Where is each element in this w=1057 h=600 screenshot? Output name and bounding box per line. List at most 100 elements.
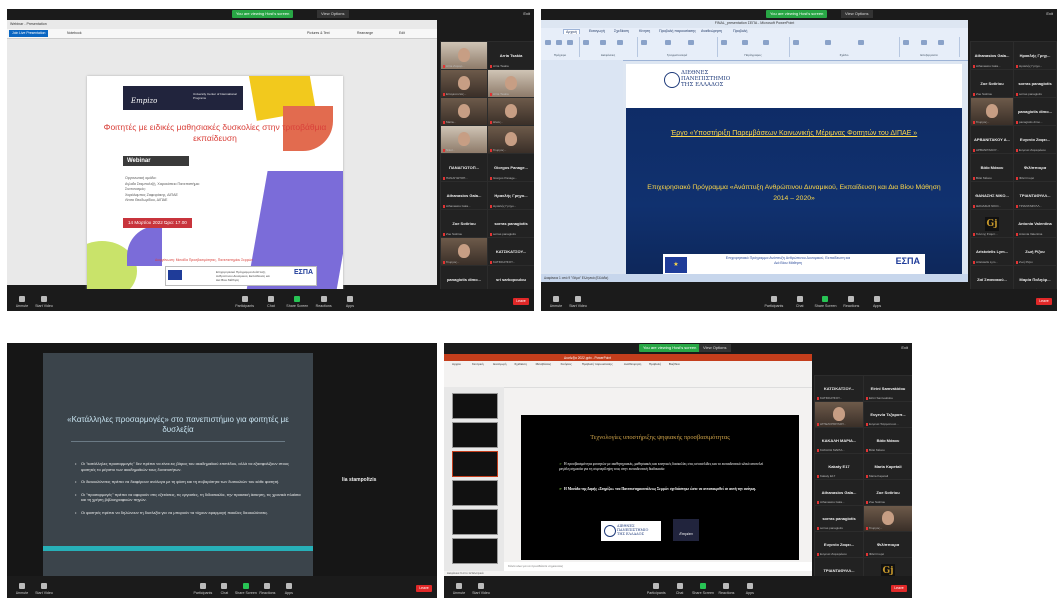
notebook-button[interactable]: Notebook (67, 31, 82, 35)
ribbon-command-icon[interactable] (763, 40, 770, 45)
ribbon-command-icon[interactable] (825, 40, 832, 45)
start-video-button[interactable]: Start Video (33, 583, 55, 595)
ribbon-command-icon[interactable] (793, 40, 799, 45)
participant-tile[interactable]: Arria Ζαφειρ... (440, 41, 488, 70)
slide-thumbnail[interactable] (452, 451, 498, 477)
ribbon-tab[interactable]: Κινήσεις (561, 362, 572, 366)
ribbon-command-icon[interactable] (857, 40, 864, 45)
start-video-button[interactable]: Start Video (567, 296, 589, 308)
apps-button[interactable]: Apps (739, 583, 761, 595)
view-options-button[interactable]: View Options (317, 10, 349, 18)
participant-tile[interactable]: Γιώργος... (863, 505, 912, 532)
ribbon-command-icon[interactable] (641, 40, 647, 45)
participant-tile[interactable]: Athanasios Gala... Athanasios Gala... (814, 479, 864, 506)
participant-tile[interactable]: sorras panagiotis sorras panagiotis (487, 209, 534, 238)
participant-tile[interactable]: Ηλίας... (487, 97, 534, 126)
reactions-button[interactable]: Reactions (313, 296, 335, 308)
participant-tile[interactable]: panagiotis dimo... panagiotis dimo... (1013, 97, 1057, 126)
participant-tile[interactable]: Βάϊα Μάκου Βάϊα Μάκου (970, 153, 1014, 182)
apps-button[interactable]: Apps (339, 296, 361, 308)
share-screen-button[interactable]: Share Screen (235, 583, 257, 595)
start-video-button[interactable]: Start Video (33, 296, 55, 308)
participant-tile[interactable]: Zoe Sotiriou Zoe Sotiriou (863, 479, 912, 506)
leave-meeting-button[interactable]: Leave (513, 298, 529, 305)
leave-meeting-button[interactable]: Leave (891, 585, 907, 592)
participant-tile[interactable]: Athanasios Gala... Athanasios Gala... (440, 181, 488, 210)
exit-fullscreen-button[interactable]: Exit (901, 344, 908, 352)
rearrange-button[interactable]: Rearrange (357, 31, 373, 35)
unmute-button[interactable]: Unmute (448, 583, 470, 595)
exit-fullscreen-button[interactable]: Exit (523, 10, 530, 18)
participant-tile[interactable]: Antonia Valentina Antonia Valentina (1013, 209, 1057, 238)
participants-button[interactable]: Participants (234, 296, 256, 308)
notes-pane[interactable]: Κάντε κλικ για να προσθέσετε σημειώσεις (504, 562, 812, 571)
browser-tab[interactable]: Webinar - Presentation (10, 22, 47, 26)
apps-button[interactable]: Apps (866, 296, 888, 308)
participant-tile[interactable]: Βάϊα Μάκου Βάϊα Μάκου (863, 427, 912, 454)
participant-tile[interactable]: ΚΑΤΣΙΚΑΤΣΟΥ... ΚΑΤΣΙΚΑΤΣΟΥ... (487, 237, 534, 266)
ribbon-tab[interactable]: Εισαγωγή (589, 29, 605, 33)
participants-button[interactable]: Participants (192, 583, 214, 595)
ribbon-command-icon[interactable] (688, 40, 695, 45)
participant-tile[interactable]: Kakaty E17 Kakaty E17 (814, 453, 864, 480)
ribbon-command-icon[interactable] (617, 40, 624, 45)
slide-thumbnail[interactable] (452, 538, 498, 564)
edit-button[interactable]: Edit (399, 31, 405, 35)
participant-tile[interactable]: sorras panagiotis sorras panagiotis (814, 505, 864, 532)
view-options-button[interactable]: View Options (841, 10, 873, 18)
participant-tile[interactable]: ΚΑΤΣΙΚΑΤΣΟΥ... ΚΑΤΣΙΚΑΤΣΟΥ... (814, 375, 864, 402)
participant-tile[interactable]: Arria Tsakia (487, 69, 534, 98)
participant-tile[interactable]: Arria Tsakia Arria Tsakia (487, 41, 534, 70)
participant-tile[interactable]: Ευγενία Τεζαροπ... Ευγενία Τεζαροπουλ... (863, 401, 912, 428)
ribbon-command-icon[interactable] (600, 40, 607, 45)
reactions-button[interactable]: Reactions (840, 296, 862, 308)
participant-tile[interactable]: Giorgos Panage... Giorgos Panage... (487, 153, 534, 182)
ribbon-tab[interactable]: Προβολή (733, 29, 747, 33)
share-screen-button[interactable]: Share Screen (814, 296, 836, 308)
reactions-button[interactable]: Reactions (256, 583, 278, 595)
participant-tile[interactable]: Aristotelis Lym... Aristotelis Lym... (970, 237, 1014, 266)
unmute-button[interactable]: Unmute (545, 296, 567, 308)
share-screen-button[interactable]: Share Screen (286, 296, 308, 308)
leave-meeting-button[interactable]: Leave (1036, 298, 1052, 305)
participants-button[interactable]: Participants (763, 296, 785, 308)
ribbon-tab[interactable]: Αρχική (563, 29, 580, 34)
ribbon-command-icon[interactable] (583, 40, 589, 45)
participant-tile[interactable]: ΤΡΙΑΝΤΑΦΥΛΛ... ΤΡΙΑΝΤΑΦΥΛΛ... (1013, 181, 1057, 210)
slide-thumbnail[interactable] (452, 393, 498, 419)
ribbon-tab[interactable]: Μεταβάσεις (536, 362, 551, 366)
ribbon-tab[interactable]: Εισαγωγή (493, 362, 506, 366)
ribbon-tab[interactable]: Αρχείο (452, 362, 461, 366)
slide-thumbnails[interactable] (444, 387, 504, 571)
participant-tile[interactable]: Zoe Sotiriou Zoe Sotiriou (440, 209, 488, 238)
ribbon-tab[interactable]: Σχεδίαση (614, 29, 629, 33)
participant-tile[interactable]: Ευγενία Ζαφει... Ευγενία Ζαφειράκου (1013, 125, 1057, 154)
slide-thumbnail[interactable] (452, 480, 498, 506)
participant-tile[interactable]: GjΓιάννης Σταμπ... (970, 209, 1014, 238)
participant-tile[interactable]: ΑΓΓΕΛΟΠΟΥΛΟΥ... (814, 401, 864, 428)
ribbon-tab[interactable]: Κεντρική (472, 362, 484, 366)
chat-button[interactable]: Chat (260, 296, 282, 308)
participant-tile[interactable]: Γιώργος... (970, 97, 1014, 126)
participant-tile[interactable]: Maria Kapetali Maria Kapetali (863, 453, 912, 480)
participant-tile[interactable]: ΘΑΝΑΣΗΣ ΝΙΚΟ... ΘΑΝΑΣΗΣ ΝΙΚΟ... (970, 181, 1014, 210)
slide-thumbnails[interactable] (541, 60, 623, 272)
ribbon-command-icon[interactable] (742, 40, 749, 45)
ribbon-command-icon[interactable] (938, 40, 945, 45)
start-video-button[interactable]: Start Video (470, 583, 492, 595)
ribbon-command-icon[interactable] (920, 40, 927, 45)
participant-tile[interactable]: Γιώργος... (487, 125, 534, 154)
view-options-button[interactable]: View Options (699, 344, 731, 352)
slide-thumbnail[interactable] (452, 509, 498, 535)
participant-tile[interactable]: sorras panagiotis sorras panagiotis (1013, 69, 1057, 98)
ribbon-tab[interactable]: Προβολή παρουσίασης (659, 29, 696, 33)
participant-tile[interactable]: ΚΑΚΑΛΗ ΜΑΡΙΑ... ΚΑΚΑΛΗ ΜΑΡΙΑ... (814, 427, 864, 454)
chat-button[interactable]: Chat (669, 583, 691, 595)
participant-tile[interactable]: Φιλίππιορα Φιλίππιορα (1013, 153, 1057, 182)
participant-tile[interactable]: Maria... (440, 97, 488, 126)
ribbon-command-icon[interactable] (545, 40, 551, 45)
participant-tile[interactable]: Γιώργος... (440, 237, 488, 266)
ribbon-tab[interactable]: Προβολή (649, 362, 661, 366)
ribbon-command-icon[interactable] (721, 40, 727, 45)
pictures-text-button[interactable]: Pictures & Text (307, 31, 330, 35)
